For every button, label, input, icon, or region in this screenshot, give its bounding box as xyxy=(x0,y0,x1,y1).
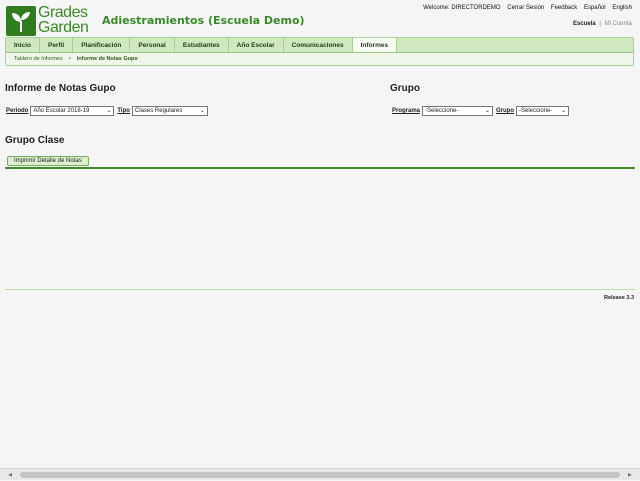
chevron-down-icon: ⌄ xyxy=(560,108,567,114)
breadcrumb: Tablero de Informes > Informe de Notas G… xyxy=(6,53,633,65)
chevron-down-icon: ⌄ xyxy=(484,108,491,114)
group-title: Grupo xyxy=(390,83,420,94)
horizontal-scrollbar[interactable]: ◂ ▸ xyxy=(0,468,640,480)
periodo-label: Periodo xyxy=(6,108,29,114)
tipo-select[interactable]: Clases Regulares ⌄ xyxy=(131,106,208,116)
scroll-left-arrow-icon[interactable]: ◂ xyxy=(8,469,12,481)
programa-label: Programa xyxy=(392,108,421,114)
logo-line-1: Grades xyxy=(38,4,88,21)
release-version: Release 3.3 xyxy=(604,295,634,301)
account-links: Escuela | Mi Cuenta xyxy=(573,21,632,27)
scrollbar-thumb[interactable] xyxy=(20,472,620,478)
scroll-right-arrow-icon[interactable]: ▸ xyxy=(628,469,632,481)
feedback-link[interactable]: Feedback xyxy=(551,5,577,11)
period-filter-row: Periodo Año Escolar 2018-19 ⌄ Tipo Clase… xyxy=(6,106,211,116)
print-grades-detail-button[interactable]: Imprimir Detalle de Notas xyxy=(7,156,89,166)
programa-select[interactable]: -Seleccione- ⌄ xyxy=(422,106,494,116)
grupo-value: -Seleccione- xyxy=(519,108,553,114)
chevron-down-icon: ⌄ xyxy=(199,108,205,114)
programa-value: -Seleccione- xyxy=(425,108,459,114)
my-account-link[interactable]: Mi Cuenta xyxy=(605,21,632,27)
group-filter-row: Programa -Seleccione- ⌄ Grupo -Seleccion… xyxy=(392,106,572,116)
breadcrumb-current: Informe de Notas Gupo xyxy=(76,56,138,62)
grupo-label: Grupo xyxy=(496,108,515,114)
tab-ano-escolar[interactable]: Año Escolar xyxy=(229,38,284,52)
link-separator: | xyxy=(599,21,601,27)
chevron-down-icon: ⌄ xyxy=(106,108,112,114)
tab-comunicaciones[interactable]: Comunicaciones xyxy=(284,38,353,52)
app-title: Adiestramientos (Escuela Demo) xyxy=(102,14,305,27)
logout-link[interactable]: Cerrar Sesión xyxy=(507,5,544,11)
periodo-select[interactable]: Año Escolar 2018-19 ⌄ xyxy=(30,106,115,116)
logo-line-2: Garden xyxy=(38,19,89,36)
nav-tabs: Inicio Perfil Planificación Personal Est… xyxy=(6,38,633,53)
english-link[interactable]: English xyxy=(612,5,632,11)
tipo-label: Tipo xyxy=(117,108,130,114)
grupo-clase-title: Grupo Clase xyxy=(5,135,65,146)
spanish-link[interactable]: Español xyxy=(584,5,606,11)
tab-perfil[interactable]: Perfil xyxy=(40,38,74,52)
tab-personal[interactable]: Personal xyxy=(130,38,175,52)
seedling-icon xyxy=(6,6,36,36)
footer-divider xyxy=(5,289,635,290)
tab-planificacion[interactable]: Planificación xyxy=(73,38,131,52)
breadcrumb-separator: > xyxy=(68,56,72,62)
tab-inicio[interactable]: Inicio xyxy=(6,38,40,52)
tab-informes[interactable]: Informes xyxy=(352,38,398,52)
report-title: Informe de Notas Gupo xyxy=(5,83,116,94)
grades-garden-logo[interactable]: Grades Garden xyxy=(6,5,96,37)
periodo-value: Año Escolar 2018-19 xyxy=(33,108,90,114)
tipo-value: Clases Regulares xyxy=(134,108,183,114)
main-navigation: Inicio Perfil Planificación Personal Est… xyxy=(5,37,634,66)
grupo-select[interactable]: -Seleccione- ⌄ xyxy=(516,106,570,116)
school-link[interactable]: Escuela xyxy=(573,21,596,27)
logo-wordmark: Grades Garden xyxy=(38,4,89,36)
section-divider xyxy=(5,167,635,169)
welcome-text: Welcome: DIRECTORDEMO xyxy=(423,5,501,11)
breadcrumb-parent[interactable]: Tablero de Informes xyxy=(14,56,63,62)
tab-estudiantes[interactable]: Estudiantes xyxy=(175,38,229,52)
top-links: Welcome: DIRECTORDEMO Cerrar Sesión Feed… xyxy=(418,5,632,11)
